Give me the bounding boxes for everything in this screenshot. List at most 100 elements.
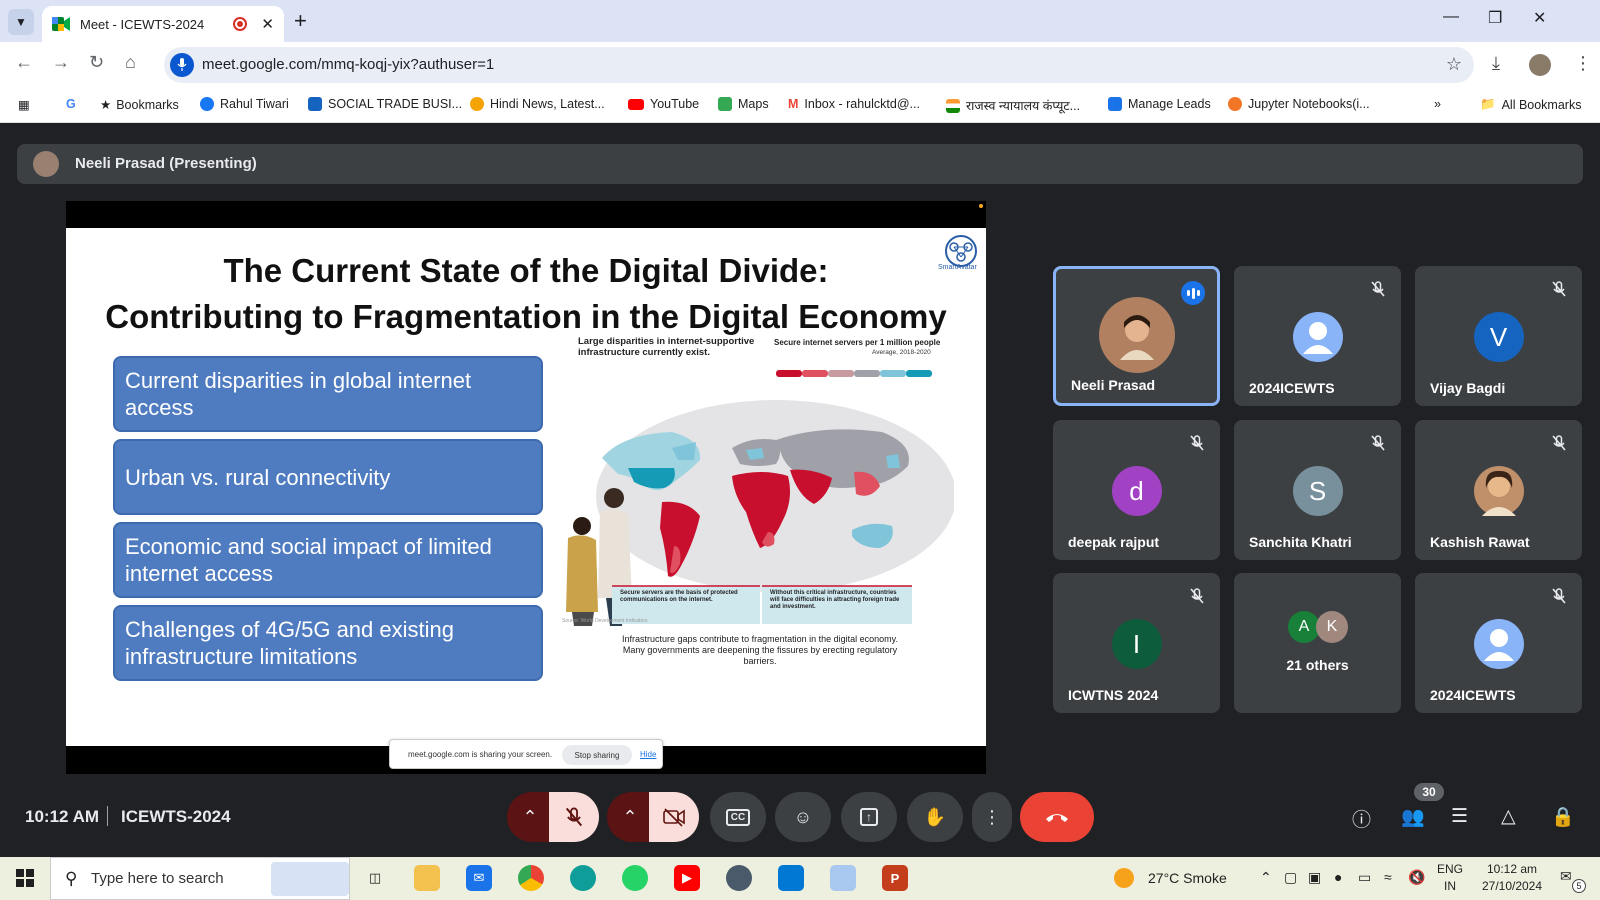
edge-icon[interactable]	[570, 865, 596, 891]
jupyter-icon	[1228, 97, 1242, 111]
bookmark-label: YouTube	[650, 97, 700, 111]
bookmark-rajasva[interactable]: राजस्व न्यायालय कंप्यूट...	[946, 97, 1080, 114]
participant-tile[interactable]: Kashish Rawat	[1415, 420, 1582, 560]
bookmark-hindi-news[interactable]: Hindi News, Latest...	[470, 97, 605, 111]
camera-off-icon	[663, 808, 685, 827]
tab-meet[interactable]: Meet - ICEWTS-2024 ✕	[42, 6, 284, 42]
tab-close-icon[interactable]: ✕	[261, 15, 274, 33]
bookmark-rahul-tiwari[interactable]: Rahul Tiwari	[200, 97, 289, 111]
present-screen-button[interactable]: ↑	[841, 792, 897, 842]
participant-tile[interactable]: V Vijay Bagdi	[1415, 266, 1582, 406]
meeting-info-icon[interactable]: ⓘ	[1352, 805, 1371, 832]
more-vert-icon: ⋮	[983, 806, 1001, 827]
forward-icon[interactable]: →	[52, 52, 70, 73]
notifications-icon[interactable]: ✉	[1560, 868, 1572, 885]
others-tile[interactable]: A K 21 others	[1234, 573, 1401, 713]
camera-toggle-button[interactable]	[649, 792, 699, 842]
audio-options-button[interactable]: ⌃	[507, 792, 553, 842]
more-bookmarks-icon[interactable]: »	[1434, 97, 1441, 111]
activities-icon[interactable]: △	[1501, 805, 1516, 828]
raise-hand-button[interactable]: ✋	[907, 792, 963, 842]
minimize-icon[interactable]: —	[1443, 8, 1459, 26]
bookmark-social-trade[interactable]: SOCIAL TRADE BUSI...	[308, 97, 462, 111]
battery-icon[interactable]: ▭	[1358, 869, 1371, 886]
file-explorer-icon[interactable]	[414, 865, 440, 891]
download-icon[interactable]: ⤓	[1492, 53, 1500, 74]
profile-avatar[interactable]	[1529, 54, 1551, 76]
window-close-icon[interactable]: ✕	[1533, 8, 1546, 28]
app-icon[interactable]	[726, 865, 752, 891]
bookmark-maps[interactable]: Maps	[718, 97, 769, 111]
stop-sharing-button[interactable]: Stop sharing	[562, 745, 632, 765]
taskbar-time: 10:12 am	[1486, 862, 1538, 876]
microphone-site-icon[interactable]	[170, 53, 194, 77]
tray-app-icon[interactable]: ▣	[1308, 869, 1321, 886]
powerpoint-icon[interactable]: P	[882, 865, 908, 891]
participant-initial-avatar: I	[1111, 619, 1162, 669]
participant-name: Neeli Prasad	[1071, 377, 1156, 393]
meet-favicon-icon	[52, 17, 70, 31]
participant-tile[interactable]: Neeli Prasad	[1053, 266, 1220, 406]
people-icon[interactable]: 👥	[1401, 805, 1425, 829]
st-icon	[308, 97, 322, 111]
slide-title-line-1: The Current State of the Digital Divide:	[223, 252, 829, 289]
tab-search-button[interactable]: ▼	[8, 9, 34, 35]
google-icon[interactable]: G	[66, 97, 76, 111]
bookmark-youtube[interactable]: YouTube	[628, 97, 699, 111]
hide-notice-link[interactable]: Hide	[640, 750, 656, 759]
participant-tile[interactable]: 2024ICEWTS	[1234, 266, 1401, 406]
microphone-toggle-button[interactable]	[549, 792, 599, 842]
chat-icon[interactable]: ☰	[1451, 805, 1468, 828]
participant-tile[interactable]: I ICWTNS 2024	[1053, 573, 1220, 713]
more-options-button[interactable]: ⋮	[972, 792, 1012, 842]
youtube-app-icon[interactable]: ▶	[674, 865, 700, 891]
leave-call-button[interactable]	[1020, 792, 1094, 842]
tray-mic-icon[interactable]: ●	[1334, 869, 1342, 885]
meeting-code: ICEWTS-2024	[121, 807, 231, 826]
bookmark-star-icon[interactable]: ☆	[1446, 54, 1462, 75]
whatsapp-icon[interactable]	[622, 865, 648, 891]
bookmark-jupyter[interactable]: Jupyter Notebooks(i...	[1228, 97, 1370, 111]
wifi-icon[interactable]: ≈	[1384, 869, 1392, 885]
slide-title-line-2: Contributing to Fragmentation in the Dig…	[105, 298, 947, 335]
share-notice-text: meet.google.com is sharing your screen.	[408, 750, 553, 759]
host-controls-icon[interactable]: 🔒	[1551, 805, 1575, 829]
taskbar-clock[interactable]: 10:12 am 27/10/2024	[1472, 861, 1552, 895]
apps-grid-icon[interactable]: ▦	[18, 97, 30, 112]
taskbar-search-input[interactable]: ⚲ Type here to search	[50, 857, 350, 900]
tray-camera-icon[interactable]: ▢	[1284, 869, 1297, 886]
end-call-icon	[1046, 814, 1068, 822]
world-map-graphic	[566, 370, 954, 626]
paint-icon[interactable]	[830, 865, 856, 891]
present-icon: ↑	[860, 808, 878, 826]
all-bookmarks[interactable]: 📁 All Bookmarks	[1480, 97, 1581, 112]
participant-tile[interactable]: S Sanchita Khatri	[1234, 420, 1401, 560]
language-indicator[interactable]: ENG IN	[1435, 861, 1465, 895]
home-icon[interactable]: ⌂	[125, 52, 136, 73]
weather-text[interactable]: 27°C Smoke	[1148, 870, 1227, 886]
chrome-icon[interactable]	[518, 865, 544, 891]
participant-tile[interactable]: d deepak rajput	[1053, 420, 1220, 560]
mail-icon[interactable]: ✉	[466, 865, 492, 891]
windows-start-icon[interactable]	[16, 869, 34, 887]
participant-tile[interactable]: 2024ICEWTS	[1415, 573, 1582, 713]
reactions-button[interactable]: ☺	[775, 792, 831, 842]
bookmark-manage-leads[interactable]: Manage Leads	[1108, 97, 1211, 111]
bookmark-inbox[interactable]: M Inbox - rahulcktd@...	[788, 97, 920, 111]
bookmark-label: Maps	[738, 97, 769, 111]
address-bar[interactable]: meet.google.com/mmq-koqj-yix?authuser=1 …	[164, 47, 1474, 83]
menu-kebab-icon[interactable]: ⋮	[1574, 53, 1592, 74]
restore-icon[interactable]: ❐	[1488, 8, 1502, 28]
task-view-icon[interactable]: ◫	[362, 865, 388, 891]
bookmark-bookmarks[interactable]: ★ Bookmarks	[100, 97, 179, 113]
tray-chevron-icon[interactable]: ⌃	[1260, 869, 1272, 886]
captions-button[interactable]: CC	[710, 792, 766, 842]
video-options-button[interactable]: ⌃	[607, 792, 653, 842]
new-tab-button[interactable]: +	[294, 8, 307, 34]
volume-muted-icon[interactable]: 🔇	[1408, 869, 1425, 886]
back-icon[interactable]: ←	[15, 52, 33, 73]
folder-icon: 📁	[1480, 97, 1496, 111]
reload-icon[interactable]: ↻	[89, 52, 104, 73]
all-bookmarks-label: All Bookmarks	[1501, 97, 1582, 112]
store-icon[interactable]	[778, 865, 804, 891]
